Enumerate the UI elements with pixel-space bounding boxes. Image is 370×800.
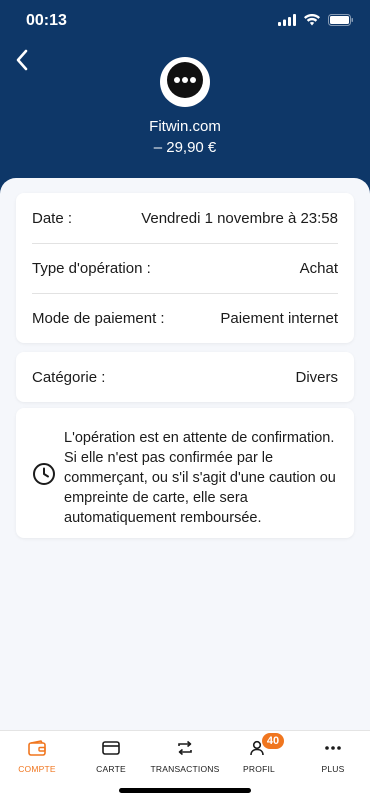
wallet-icon: [28, 739, 46, 757]
header: 00:13 Fitwin.com – 29,90 €: [0, 0, 370, 200]
tab-plus[interactable]: PLUS: [296, 731, 370, 781]
clock-icon: [32, 462, 56, 486]
transaction-amount: – 29,90 €: [153, 139, 217, 156]
detail-row-category[interactable]: Catégorie : Divers: [16, 352, 354, 402]
category-label: Catégorie :: [32, 368, 106, 386]
tab-carte[interactable]: CARTE: [74, 731, 148, 781]
chevron-left-icon: [15, 49, 29, 76]
detail-label: Mode de paiement :: [32, 309, 165, 327]
card-icon: [102, 739, 120, 757]
category-value: Divers: [295, 368, 338, 386]
tab-label: TRANSACTIONS: [150, 764, 220, 774]
detail-row-date: Date : Vendredi 1 novembre à 23:58: [16, 193, 354, 243]
detail-value: Vendredi 1 novembre à 23:58: [141, 209, 338, 227]
detail-label: Type d'opération :: [32, 259, 151, 277]
detail-value: Achat: [299, 259, 338, 277]
profile-notification-badge: 40: [262, 733, 284, 749]
merchant-name: Fitwin.com: [149, 118, 221, 135]
wifi-icon: [304, 13, 320, 31]
ellipsis-circle-icon: [165, 60, 205, 105]
home-indicator: [119, 788, 251, 793]
details-card: Date : Vendredi 1 novembre à 23:58 Type …: [16, 193, 354, 343]
tab-compte[interactable]: COMPTE: [0, 731, 74, 781]
signal-icon: [278, 13, 296, 31]
tab-profil[interactable]: PROFIL: [222, 731, 296, 781]
pending-info-text: L'opération est en attente de confirmati…: [64, 430, 336, 526]
detail-value: Paiement internet: [220, 309, 338, 327]
status-icons: [278, 13, 354, 31]
tab-label: PLUS: [321, 764, 345, 774]
tab-transactions[interactable]: TRANSACTIONS: [148, 731, 222, 781]
detail-row-payment-mode: Mode de paiement : Paiement internet: [16, 293, 354, 343]
detail-label: Date :: [32, 209, 73, 227]
status-time: 00:13: [26, 12, 67, 29]
category-card[interactable]: Catégorie : Divers: [16, 352, 354, 402]
transfer-icon: [176, 739, 194, 757]
pending-info-card: L'opération est en attente de confirmati…: [16, 408, 354, 538]
tab-label: COMPTE: [18, 764, 56, 774]
merchant-logo: [160, 57, 210, 107]
status-bar: 00:13: [0, 0, 370, 44]
tab-label: PROFIL: [243, 764, 275, 774]
detail-row-type: Type d'opération : Achat: [16, 243, 354, 293]
tab-label: CARTE: [96, 764, 126, 774]
more-icon: [324, 739, 342, 757]
back-button[interactable]: [10, 49, 34, 76]
battery-icon: [328, 13, 354, 31]
